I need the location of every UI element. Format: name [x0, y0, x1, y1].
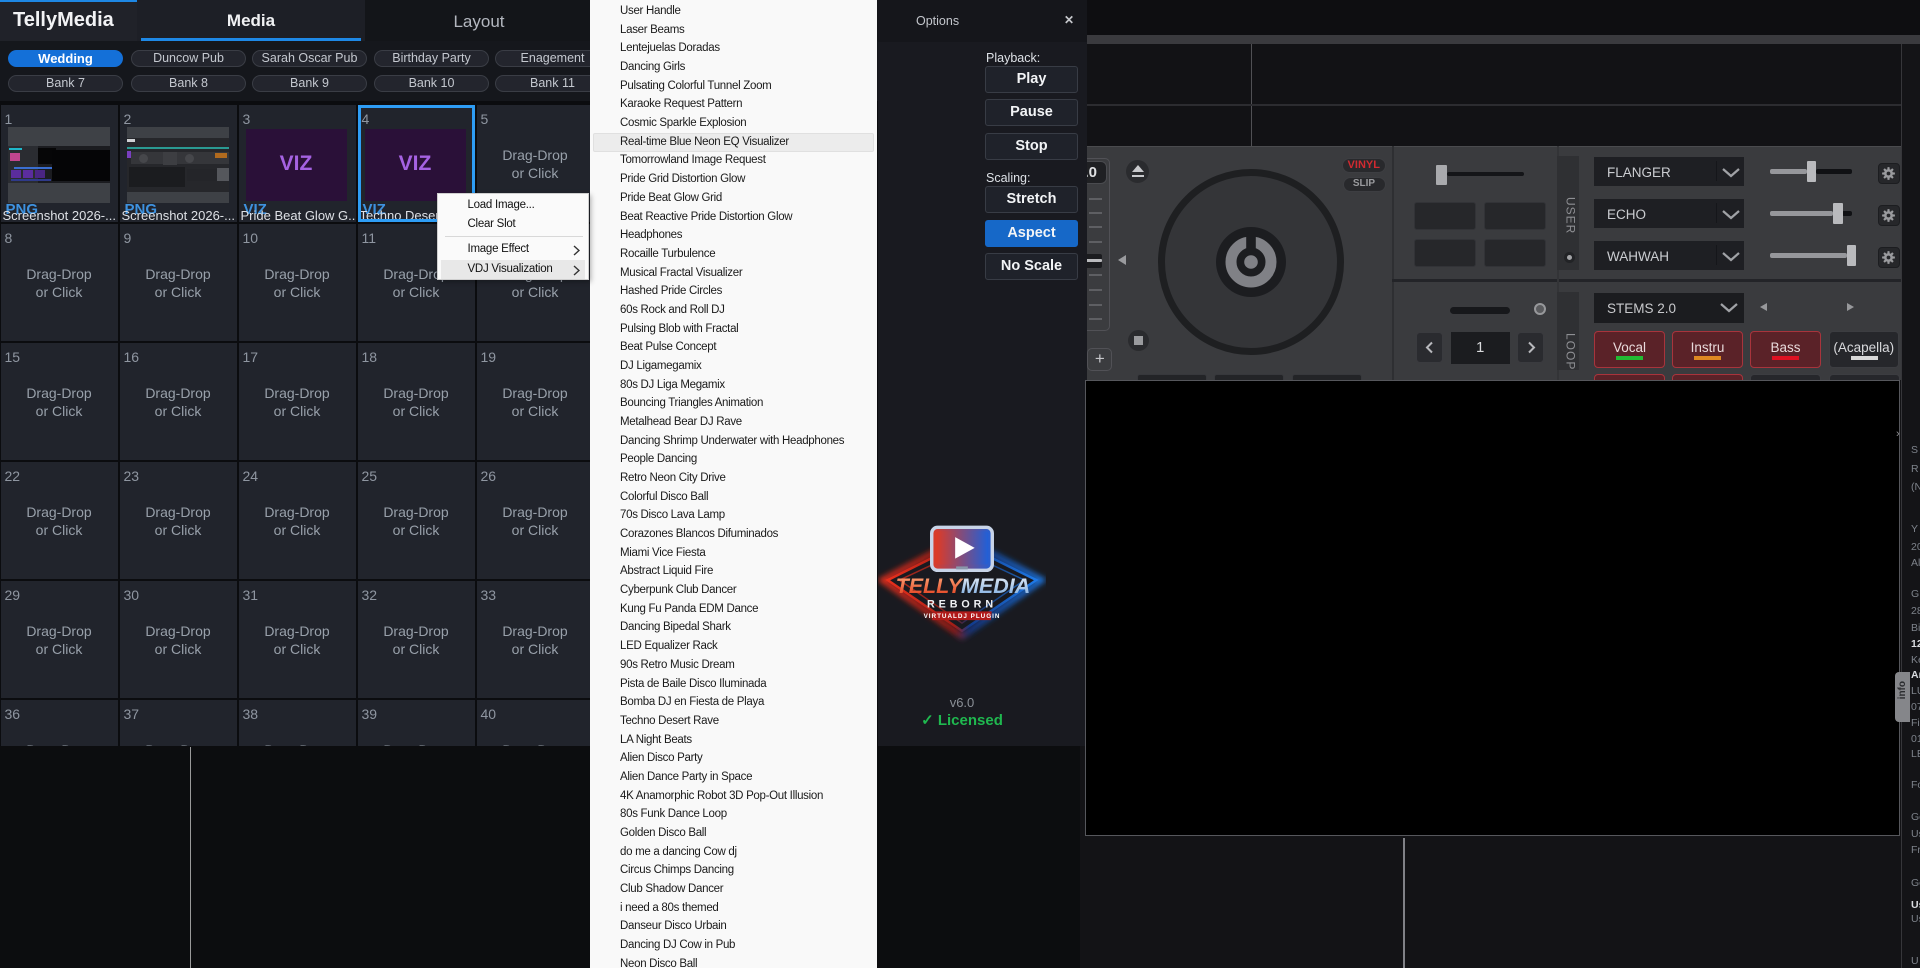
svg-text:REBORN: REBORN	[927, 598, 997, 610]
svg-text:TELLY: TELLY	[896, 574, 964, 598]
svg-text:MEDIA: MEDIA	[961, 574, 1030, 598]
svg-text:VIRTUALDJ PLUGIN: VIRTUALDJ PLUGIN	[924, 613, 1001, 620]
